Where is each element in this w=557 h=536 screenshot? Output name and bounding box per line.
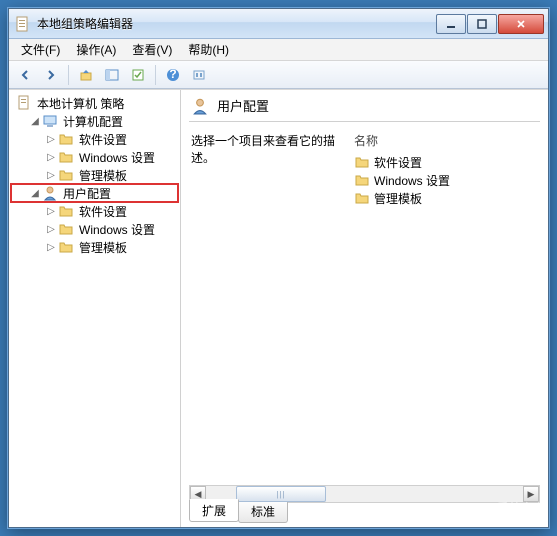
menubar: 文件(F) 操作(A) 查看(V) 帮助(H) xyxy=(9,39,548,61)
tree-panel[interactable]: 本地计算机 策略 ◢ 计算机配置 ▷ 软件设置 ▷ Windows 设置 ▷ 管理模板… xyxy=(9,90,181,527)
tree-windows-settings[interactable]: ▷ Windows 设置 xyxy=(11,220,178,238)
expand-icon[interactable]: ▷ xyxy=(45,134,57,145)
tab-extended[interactable]: 扩展 xyxy=(189,499,239,522)
details-panel: 用户配置 选择一个项目来查看它的描述。 名称 软件设置 Windows 设置 管… xyxy=(181,90,548,527)
list-item-label: Windows 设置 xyxy=(374,172,450,189)
close-button[interactable] xyxy=(498,14,544,34)
scroll-right-button[interactable]: ▶ xyxy=(523,486,539,502)
tree-root[interactable]: 本地计算机 策略 xyxy=(11,94,178,112)
show-hide-tree-button[interactable] xyxy=(100,63,124,87)
tree-user-config[interactable]: ◢ 用户配置 xyxy=(11,184,178,202)
menu-action[interactable]: 操作(A) xyxy=(68,39,124,60)
scroll-track[interactable]: ||| xyxy=(206,486,523,502)
back-button[interactable] xyxy=(13,63,37,87)
menu-file[interactable]: 文件(F) xyxy=(13,39,68,60)
gpedit-window: 本地组策略编辑器 文件(F) 操作(A) 查看(V) 帮助(H) ? 本地计算机… xyxy=(8,8,549,528)
tree-label: 软件设置 xyxy=(77,130,129,149)
forward-button[interactable] xyxy=(39,63,63,87)
folder-icon xyxy=(58,239,74,255)
tree-label: Windows 设置 xyxy=(77,220,157,239)
toolbar-separator xyxy=(68,65,69,85)
filter-button[interactable] xyxy=(187,63,211,87)
list-item-label: 软件设置 xyxy=(374,154,422,171)
toolbar: ? xyxy=(9,61,548,89)
tree-software-settings[interactable]: ▷ 软件设置 xyxy=(11,202,178,220)
tree-label: 计算机配置 xyxy=(61,112,125,131)
app-icon xyxy=(15,16,31,32)
folder-icon xyxy=(354,190,370,206)
list-item[interactable]: 管理模板 xyxy=(354,189,540,207)
tree-label: 本地计算机 策略 xyxy=(35,94,126,113)
svg-text:?: ? xyxy=(169,68,176,81)
folder-icon xyxy=(58,167,74,183)
user-icon xyxy=(42,185,58,201)
tab-standard[interactable]: 标准 xyxy=(238,500,288,523)
folder-icon xyxy=(58,221,74,237)
folder-icon xyxy=(58,149,74,165)
list-item[interactable]: Windows 设置 xyxy=(354,171,540,189)
titlebar[interactable]: 本地组策略编辑器 xyxy=(9,9,548,39)
maximize-button[interactable] xyxy=(467,14,497,34)
minimize-button[interactable] xyxy=(436,14,466,34)
tree-label: 软件设置 xyxy=(77,202,129,221)
up-button[interactable] xyxy=(74,63,98,87)
window-title: 本地组策略编辑器 xyxy=(37,15,435,32)
list-item[interactable]: 软件设置 xyxy=(354,153,540,171)
collapse-icon[interactable]: ◢ xyxy=(29,116,41,127)
menu-view[interactable]: 查看(V) xyxy=(124,39,180,60)
toolbar-separator xyxy=(155,65,156,85)
tree-label: Windows 设置 xyxy=(77,148,157,167)
document-icon xyxy=(16,95,32,111)
view-tabs: 扩展 标准 xyxy=(181,505,548,527)
folder-icon xyxy=(354,154,370,170)
tree-admin-templates[interactable]: ▷ 管理模板 xyxy=(11,166,178,184)
list-area[interactable]: 名称 软件设置 Windows 设置 管理模板 xyxy=(354,132,540,481)
column-header-name[interactable]: 名称 xyxy=(354,132,540,153)
horizontal-scrollbar[interactable]: ◀ ||| ▶ xyxy=(189,485,540,503)
user-icon xyxy=(191,97,209,115)
computer-icon xyxy=(42,113,58,129)
folder-icon xyxy=(58,131,74,147)
expand-icon[interactable]: ▷ xyxy=(45,224,57,235)
scroll-thumb[interactable]: ||| xyxy=(236,486,326,502)
menu-help[interactable]: 帮助(H) xyxy=(180,39,237,60)
help-button[interactable]: ? xyxy=(161,63,185,87)
tree-label: 管理模板 xyxy=(77,166,129,185)
tree-computer-config[interactable]: ◢ 计算机配置 xyxy=(11,112,178,130)
expand-icon[interactable]: ▷ xyxy=(45,242,57,253)
description-text: 选择一个项目来查看它的描述。 xyxy=(191,132,346,481)
folder-icon xyxy=(354,172,370,188)
collapse-icon[interactable]: ◢ xyxy=(29,188,41,199)
expand-icon[interactable]: ▷ xyxy=(45,206,57,217)
tree-software-settings[interactable]: ▷ 软件设置 xyxy=(11,130,178,148)
list-item-label: 管理模板 xyxy=(374,190,422,207)
properties-button[interactable] xyxy=(126,63,150,87)
expand-icon[interactable]: ▷ xyxy=(45,152,57,163)
tree-admin-templates[interactable]: ▷ 管理模板 xyxy=(11,238,178,256)
folder-icon xyxy=(58,203,74,219)
details-header: 用户配置 xyxy=(181,90,548,121)
tree-label: 用户配置 xyxy=(61,184,113,203)
details-title: 用户配置 xyxy=(217,96,269,115)
tree-windows-settings[interactable]: ▷ Windows 设置 xyxy=(11,148,178,166)
tree-label: 管理模板 xyxy=(77,238,129,257)
expand-icon[interactable]: ▷ xyxy=(45,170,57,181)
